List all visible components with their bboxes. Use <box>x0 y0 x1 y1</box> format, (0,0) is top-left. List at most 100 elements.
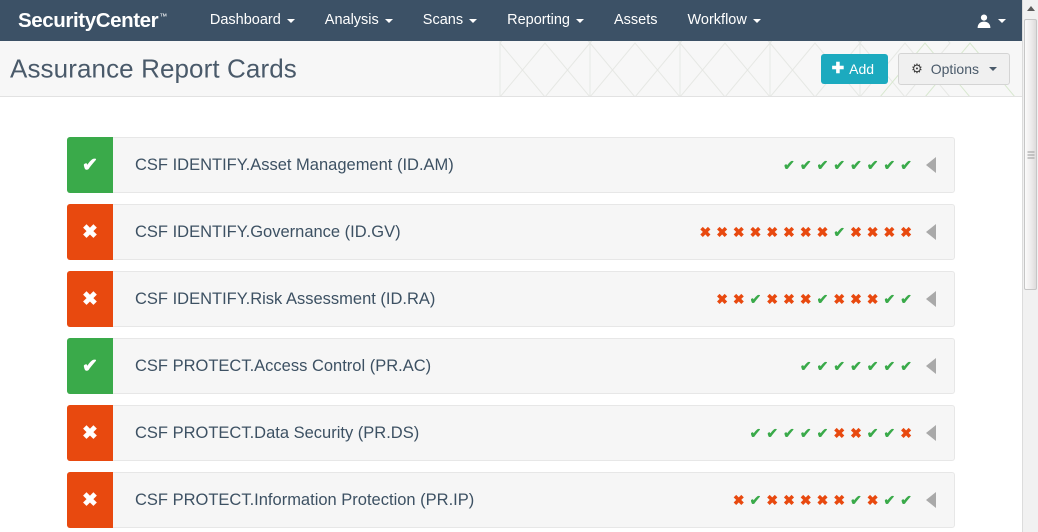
nav-item-label: Analysis <box>324 12 379 28</box>
policy-statement-results: ✖ ✖ ✔ ✖ ✖ ✖ ✔ ✖ ✖ ✖ ✔ ✔ <box>716 291 912 308</box>
result-cross-icon: ✖ <box>799 491 812 508</box>
cross-icon: ✖ <box>67 271 113 327</box>
report-card-row[interactable]: ✔ CSF PROTECT.Access Control (PR.AC) ✔ ✔ ✔ ✔ ✔… <box>67 338 955 394</box>
result-check-icon: ✔ <box>883 424 896 441</box>
brand-trademark: ™ <box>159 11 167 21</box>
result-cross-icon: ✖ <box>833 491 846 508</box>
chevron-up-icon <box>1026 6 1035 11</box>
nav-item-workflow[interactable]: Workflow <box>672 0 775 41</box>
report-card-row[interactable]: ✖ CSF IDENTIFY.Governance (ID.GV) ✖ ✖ ✖ ✖ ✖ ✖ ✖ ✖… <box>67 204 955 260</box>
report-card-row[interactable]: ✔ CSF IDENTIFY.Asset Management (ID.AM) ✔ ✔… <box>67 137 955 193</box>
add-button[interactable]: ✚ Add <box>820 53 889 84</box>
result-check-icon: ✔ <box>900 290 912 307</box>
result-cross-icon: ✖ <box>783 290 795 307</box>
result-cross-icon: ✖ <box>850 424 862 441</box>
result-check-icon: ✔ <box>900 357 912 374</box>
expand-triangle-icon[interactable] <box>926 425 936 441</box>
result-cross-icon: ✖ <box>816 491 829 508</box>
result-cross-icon: ✖ <box>833 290 846 307</box>
expand-triangle-icon[interactable] <box>926 224 936 240</box>
result-cross-icon: ✖ <box>766 290 779 307</box>
nav-item-label: Assets <box>613 12 658 28</box>
expand-triangle-icon[interactable] <box>926 492 936 508</box>
scrollbar-thumb[interactable] <box>1024 19 1037 290</box>
report-card-title: CSF PROTECT.Data Security (PR.DS) <box>135 423 420 442</box>
result-check-icon: ✔ <box>900 156 912 173</box>
nav-item-label: Dashboard <box>209 12 281 28</box>
top-navbar: SecurityCenter™ Dashboard Analysis Scans Re… <box>0 0 1022 41</box>
report-card-title: CSF IDENTIFY.Governance (ID.GV) <box>135 222 401 241</box>
user-menu[interactable] <box>976 0 1006 41</box>
chevron-down-icon <box>286 18 295 23</box>
gear-icon: ⚙︎ <box>911 61 923 76</box>
report-card-row[interactable]: ✖ CSF IDENTIFY.Risk Assessment (ID.RA) ✖ ✖ ✔… <box>67 271 955 327</box>
nav-item-dashboard[interactable]: Dashboard <box>195 0 310 41</box>
plus-icon: ✚ <box>831 60 845 77</box>
brand-logo[interactable]: SecurityCenter™ <box>18 9 167 33</box>
result-check-icon: ✔ <box>883 290 896 307</box>
result-check-icon: ✔ <box>799 424 812 441</box>
brand-label: SecurityCenter <box>18 8 159 32</box>
report-card-row[interactable]: ✖ CSF PROTECT.Information Protection (PR.… <box>67 472 955 528</box>
options-button[interactable]: ⚙︎ Options <box>898 52 1010 85</box>
result-check-icon: ✔ <box>799 357 812 374</box>
result-cross-icon: ✖ <box>799 223 812 240</box>
result-check-icon: ✔ <box>833 156 846 173</box>
result-check-icon: ✔ <box>749 290 762 307</box>
result-cross-icon: ✖ <box>699 223 712 240</box>
result-check-icon: ✔ <box>749 424 762 441</box>
cross-icon: ✖ <box>67 472 113 528</box>
result-check-icon: ✔ <box>883 357 896 374</box>
check-icon: ✔ <box>67 338 113 394</box>
result-check-icon: ✔ <box>866 156 879 173</box>
result-check-icon: ✔ <box>783 156 795 173</box>
result-cross-icon: ✖ <box>866 290 879 307</box>
result-check-icon: ✔ <box>749 491 762 508</box>
result-cross-icon: ✖ <box>749 223 762 240</box>
policy-statement-results: ✖ ✖ ✖ ✖ ✖ ✖ ✖ ✖ ✔ ✖ ✖ ✖ ✖ <box>699 224 912 241</box>
result-cross-icon: ✖ <box>732 223 745 240</box>
check-icon: ✔ <box>67 137 113 193</box>
result-check-icon: ✔ <box>883 156 896 173</box>
result-cross-icon: ✖ <box>766 223 779 240</box>
result-check-icon: ✔ <box>833 357 846 374</box>
result-cross-icon: ✖ <box>732 290 745 307</box>
result-check-icon: ✔ <box>883 491 896 508</box>
cross-icon: ✖ <box>67 405 113 461</box>
chevron-down-icon <box>998 18 1006 23</box>
chevron-down-icon <box>989 66 997 71</box>
nav-item-assets[interactable]: Assets <box>599 0 673 41</box>
user-icon <box>977 14 991 28</box>
result-check-icon: ✔ <box>816 357 829 374</box>
result-check-icon: ✔ <box>850 491 862 508</box>
result-check-icon: ✔ <box>833 223 846 240</box>
expand-triangle-icon[interactable] <box>926 157 936 173</box>
vertical-scrollbar[interactable] <box>1022 0 1038 532</box>
nav-item-label: Workflow <box>687 12 747 28</box>
nav-item-analysis[interactable]: Analysis <box>310 0 408 41</box>
chevron-down-icon <box>575 18 584 23</box>
result-cross-icon: ✖ <box>816 223 829 240</box>
report-card-title: CSF PROTECT.Information Protection (PR.I… <box>135 490 475 509</box>
report-card-row[interactable]: ✖ CSF PROTECT.Data Security (PR.DS) ✔ ✔ ✔ ✔ ✔ ✖… <box>67 405 955 461</box>
result-cross-icon: ✖ <box>900 223 912 240</box>
page-header: Assurance Report Cards ✚ Add ⚙︎ Options <box>0 41 1022 97</box>
scrollbar-up-button[interactable] <box>1023 0 1038 17</box>
result-cross-icon: ✖ <box>799 290 812 307</box>
result-cross-icon: ✖ <box>850 223 862 240</box>
policy-statement-results: ✔ ✔ ✔ ✔ ✔ ✖ ✖ ✔ ✔ ✖ <box>750 425 912 442</box>
result-check-icon: ✔ <box>850 357 862 374</box>
page-title: Assurance Report Cards <box>10 53 297 83</box>
nav-item-label: Reporting <box>507 12 570 28</box>
result-cross-icon: ✖ <box>866 223 879 240</box>
result-cross-icon: ✖ <box>783 223 795 240</box>
nav-item-reporting[interactable]: Reporting <box>492 0 599 41</box>
result-cross-icon: ✖ <box>866 491 879 508</box>
app-root: SecurityCenter™ Dashboard Analysis Scans Re… <box>0 0 1038 532</box>
expand-triangle-icon[interactable] <box>926 358 936 374</box>
expand-triangle-icon[interactable] <box>926 291 936 307</box>
nav-item-scans[interactable]: Scans <box>408 0 492 41</box>
result-cross-icon: ✖ <box>766 491 779 508</box>
report-card-title: CSF IDENTIFY.Risk Assessment (ID.RA) <box>135 289 436 308</box>
result-check-icon: ✔ <box>816 156 829 173</box>
